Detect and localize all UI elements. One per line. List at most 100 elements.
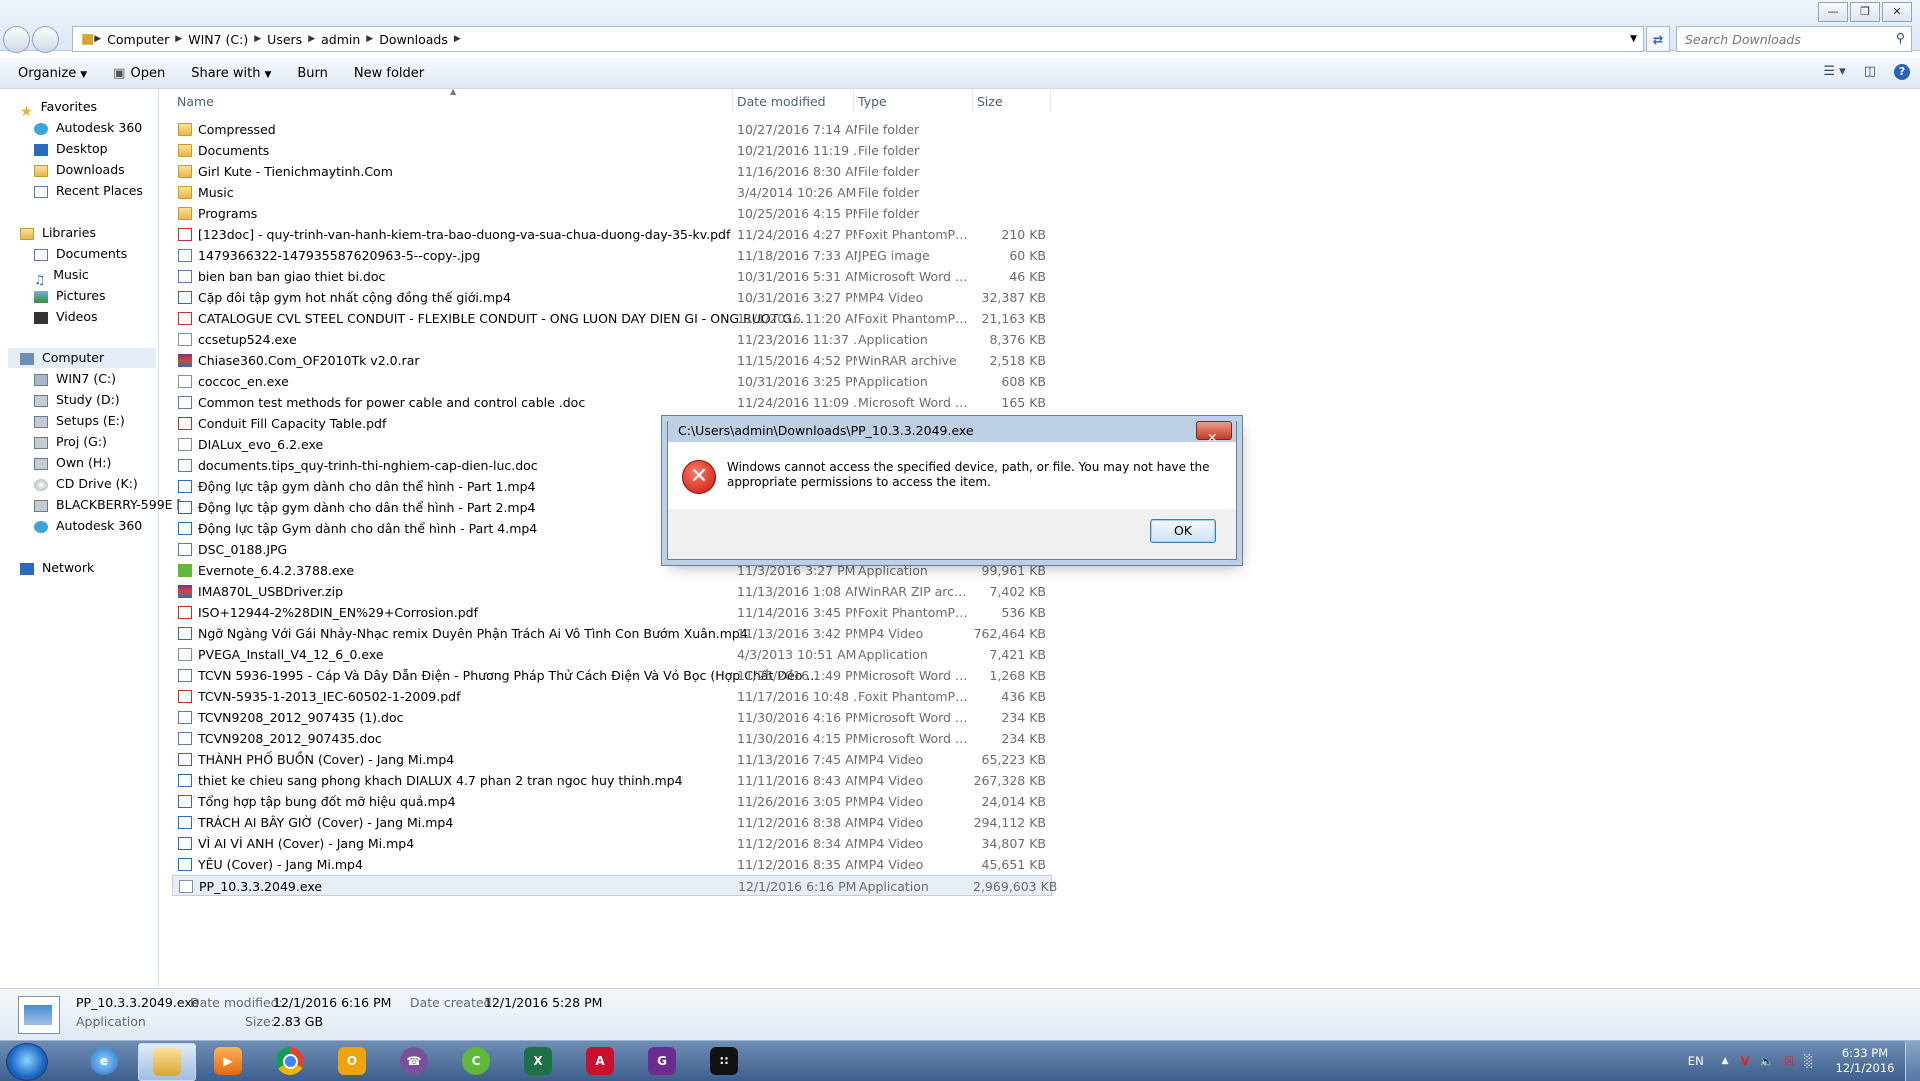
- taskbar-app-media-player[interactable]: ▶: [200, 1043, 256, 1079]
- new-folder-button[interactable]: New folder: [341, 66, 437, 81]
- column-header-date[interactable]: Date modified: [737, 94, 826, 109]
- nav-item-drive[interactable]: Setups (E:): [34, 411, 125, 431]
- file-row[interactable]: Evernote_6.4.2.3788.exe 11/3/2016 3:27 PM…: [172, 560, 1052, 581]
- refresh-button[interactable]: ⇄: [1646, 26, 1670, 52]
- file-row[interactable]: Programs 10/25/2016 4:15 PM File folder: [172, 203, 1052, 224]
- nav-item-drive[interactable]: WIN7 (C:): [34, 369, 116, 389]
- file-row[interactable]: TCVN 5936-1995 - Cáp Và Dây Dẫn Điện - P…: [172, 665, 1052, 686]
- file-row[interactable]: Common test methods for power cable and …: [172, 392, 1052, 413]
- nav-item-downloads[interactable]: Downloads: [34, 160, 125, 180]
- file-row[interactable]: Ngỡ Ngàng Với Gái Nhảy-Nhạc remix Duyên …: [172, 623, 1052, 644]
- preview-pane-icon[interactable]: ◫: [1864, 64, 1876, 80]
- nav-item-drive[interactable]: Study (D:): [34, 390, 120, 410]
- file-row[interactable]: Documents 10/21/2016 11:19 ... File folder: [172, 140, 1052, 161]
- taskbar-app-excel[interactable]: X: [510, 1043, 566, 1079]
- dialog-close-button[interactable]: ✕: [1196, 421, 1232, 445]
- file-row[interactable]: TCVN9208_2012_907435.doc 11/30/2016 4:15 …: [172, 728, 1052, 749]
- view-options-icon[interactable]: ☰ ▾: [1823, 64, 1845, 80]
- path-segment[interactable]: Computer: [107, 32, 169, 47]
- maximize-button[interactable]: ❐: [1850, 2, 1880, 22]
- chevron-right-icon[interactable]: ▶: [94, 34, 101, 44]
- chevron-right-icon[interactable]: ▶: [366, 34, 373, 44]
- path-segment[interactable]: admin: [321, 32, 360, 47]
- chevron-right-icon[interactable]: ▶: [454, 34, 461, 44]
- minimize-button[interactable]: —: [1818, 2, 1848, 22]
- column-header-size[interactable]: Size: [977, 94, 1003, 109]
- taskbar-app-coccoc[interactable]: C: [448, 1043, 504, 1079]
- file-row[interactable]: ccsetup524.exe 11/23/2016 11:37 ... Applic…: [172, 329, 1052, 350]
- taskbar-app-autocad[interactable]: A: [572, 1043, 628, 1079]
- open-button[interactable]: ▣ Open: [100, 66, 178, 81]
- share-with-button[interactable]: Share with ▼: [178, 66, 284, 81]
- address-path[interactable]: ■ ▶ Computer ▶ WIN7 (C:) ▶ Users ▶ admin…: [72, 26, 1644, 52]
- chevron-down-icon[interactable]: ▼: [1630, 34, 1637, 44]
- nav-item-drive[interactable]: Proj (G:): [34, 432, 107, 452]
- taskbar-app-outlook[interactable]: O: [324, 1043, 380, 1079]
- taskbar-app-viber[interactable]: ☎: [386, 1043, 442, 1079]
- file-row[interactable]: ISO+12944-2%28DIN_EN%29+Corrosion.pdf 11/…: [172, 602, 1052, 623]
- ok-button[interactable]: OK: [1150, 519, 1216, 543]
- language-indicator[interactable]: EN: [1688, 1054, 1704, 1068]
- file-row[interactable]: Girl Kute - Tienichmaytinh.Com 11/16/2016…: [172, 161, 1052, 182]
- show-desktop-button[interactable]: [1905, 1041, 1920, 1081]
- file-row[interactable]: Compressed 10/27/2016 7:14 AM File folder: [172, 119, 1052, 140]
- file-row[interactable]: IMA870L_USBDriver.zip 11/13/2016 1:08 AM W…: [172, 581, 1052, 602]
- nav-item-music[interactable]: ♫ Music: [34, 265, 89, 287]
- nav-item-documents[interactable]: Documents: [34, 244, 127, 264]
- file-row[interactable]: Chiase360.Com_OF2010Tk v2.0.rar 11/15/201…: [172, 350, 1052, 371]
- column-header-type[interactable]: Type: [858, 94, 887, 109]
- nav-item-autodesk-360[interactable]: Autodesk 360: [34, 516, 142, 536]
- nav-item-recent-places[interactable]: Recent Places: [34, 181, 143, 201]
- start-button[interactable]: [6, 1043, 48, 1081]
- taskbar-app-blackberry[interactable]: ∷: [696, 1043, 752, 1079]
- clock[interactable]: 6:33 PM 12/1/2016: [1825, 1046, 1905, 1076]
- file-row[interactable]: PVEGA_Install_V4_12_6_0.exe 4/3/2013 10:5…: [172, 644, 1052, 665]
- chevron-right-icon[interactable]: ▶: [254, 34, 261, 44]
- column-header-name[interactable]: Name: [177, 94, 214, 109]
- path-segment[interactable]: WIN7 (C:): [188, 32, 248, 47]
- file-row[interactable]: TCVN9208_2012_907435 (1).doc 11/30/2016 4…: [172, 707, 1052, 728]
- taskbar-app-explorer[interactable]: [138, 1043, 196, 1081]
- organize-button[interactable]: Organize ▼: [0, 66, 100, 81]
- file-row[interactable]: YÊU (Cover) - Jang Mi.mp4 11/12/2016 8:35…: [172, 854, 1052, 875]
- nav-computer[interactable]: Computer: [20, 348, 104, 368]
- nav-item-pictures[interactable]: Pictures: [34, 286, 106, 306]
- file-row[interactable]: 1479366322-147935587620963-5--copy-.jpg 1…: [172, 245, 1052, 266]
- help-icon[interactable]: ?: [1894, 64, 1910, 80]
- path-segment[interactable]: Downloads: [379, 32, 448, 47]
- taskbar-app-pdf[interactable]: G: [634, 1043, 690, 1079]
- file-row[interactable]: TRÁCH AI BÂY GIỜ (Cover) - Jang Mi.mp4 11…: [172, 812, 1052, 833]
- nav-network[interactable]: Network: [20, 558, 94, 578]
- search-input[interactable]: [1677, 27, 1887, 51]
- path-segment[interactable]: Users: [267, 32, 302, 47]
- nav-item-blackberry[interactable]: BLACKBERRY-599E [: [34, 495, 181, 515]
- file-row[interactable]: bien ban ban giao thiet bi.doc 10/31/2016…: [172, 266, 1052, 287]
- file-row[interactable]: VÌ AI VÌ ANH (Cover) - Jang Mi.mp4 11/12/…: [172, 833, 1052, 854]
- file-row[interactable]: [123doc] - quy-trinh-van-hanh-kiem-tra-b…: [172, 224, 1052, 245]
- signal-icon[interactable]: ░: [1804, 1054, 1813, 1068]
- nav-item-autodesk-360[interactable]: Autodesk 360: [34, 118, 142, 138]
- taskbar-app-ie[interactable]: e: [76, 1043, 132, 1079]
- network-error-icon[interactable]: ☒: [1784, 1054, 1794, 1068]
- search-box[interactable]: ⚲: [1676, 26, 1912, 52]
- file-row[interactable]: Cặp đôi tập gym hot nhất cộng đồng thế g…: [172, 287, 1052, 308]
- nav-item-cd-drive[interactable]: CD Drive (K:): [34, 474, 138, 494]
- chevron-right-icon[interactable]: ▶: [308, 34, 315, 44]
- file-row[interactable]: Tổng hợp tập bung đốt mỡ hiệu quả.mp4 11/…: [172, 791, 1052, 812]
- chevron-right-icon[interactable]: ▶: [175, 34, 182, 44]
- file-row[interactable]: CATALOGUE CVL STEEL CONDUIT - FLEXIBLE C…: [172, 308, 1052, 329]
- file-row[interactable]: PP_10.3.3.2049.exe 12/1/2016 6:16 PM Appli…: [172, 875, 1057, 896]
- close-button[interactable]: ✕: [1882, 2, 1912, 22]
- speaker-icon[interactable]: 🔈: [1760, 1054, 1774, 1068]
- dialog-titlebar[interactable]: C:\Users\admin\Downloads\PP_10.3.3.2049.…: [668, 416, 1236, 445]
- antivirus-icon[interactable]: V: [1741, 1054, 1750, 1068]
- back-button[interactable]: [3, 26, 30, 53]
- file-row[interactable]: TCVN-5935-1-2013_IEC-60502-1-2009.pdf 11/…: [172, 686, 1052, 707]
- burn-button[interactable]: Burn: [284, 66, 341, 81]
- taskbar-app-chrome[interactable]: [262, 1043, 318, 1079]
- file-row[interactable]: Music 3/4/2014 10:26 AM File folder: [172, 182, 1052, 203]
- search-icon[interactable]: ⚲: [1896, 30, 1905, 45]
- nav-item-desktop[interactable]: Desktop: [34, 139, 108, 159]
- file-row[interactable]: coccoc_en.exe 10/31/2016 3:25 PM Applicati…: [172, 371, 1052, 392]
- file-row[interactable]: thiet ke chieu sang phong khach DIALUX 4…: [172, 770, 1052, 791]
